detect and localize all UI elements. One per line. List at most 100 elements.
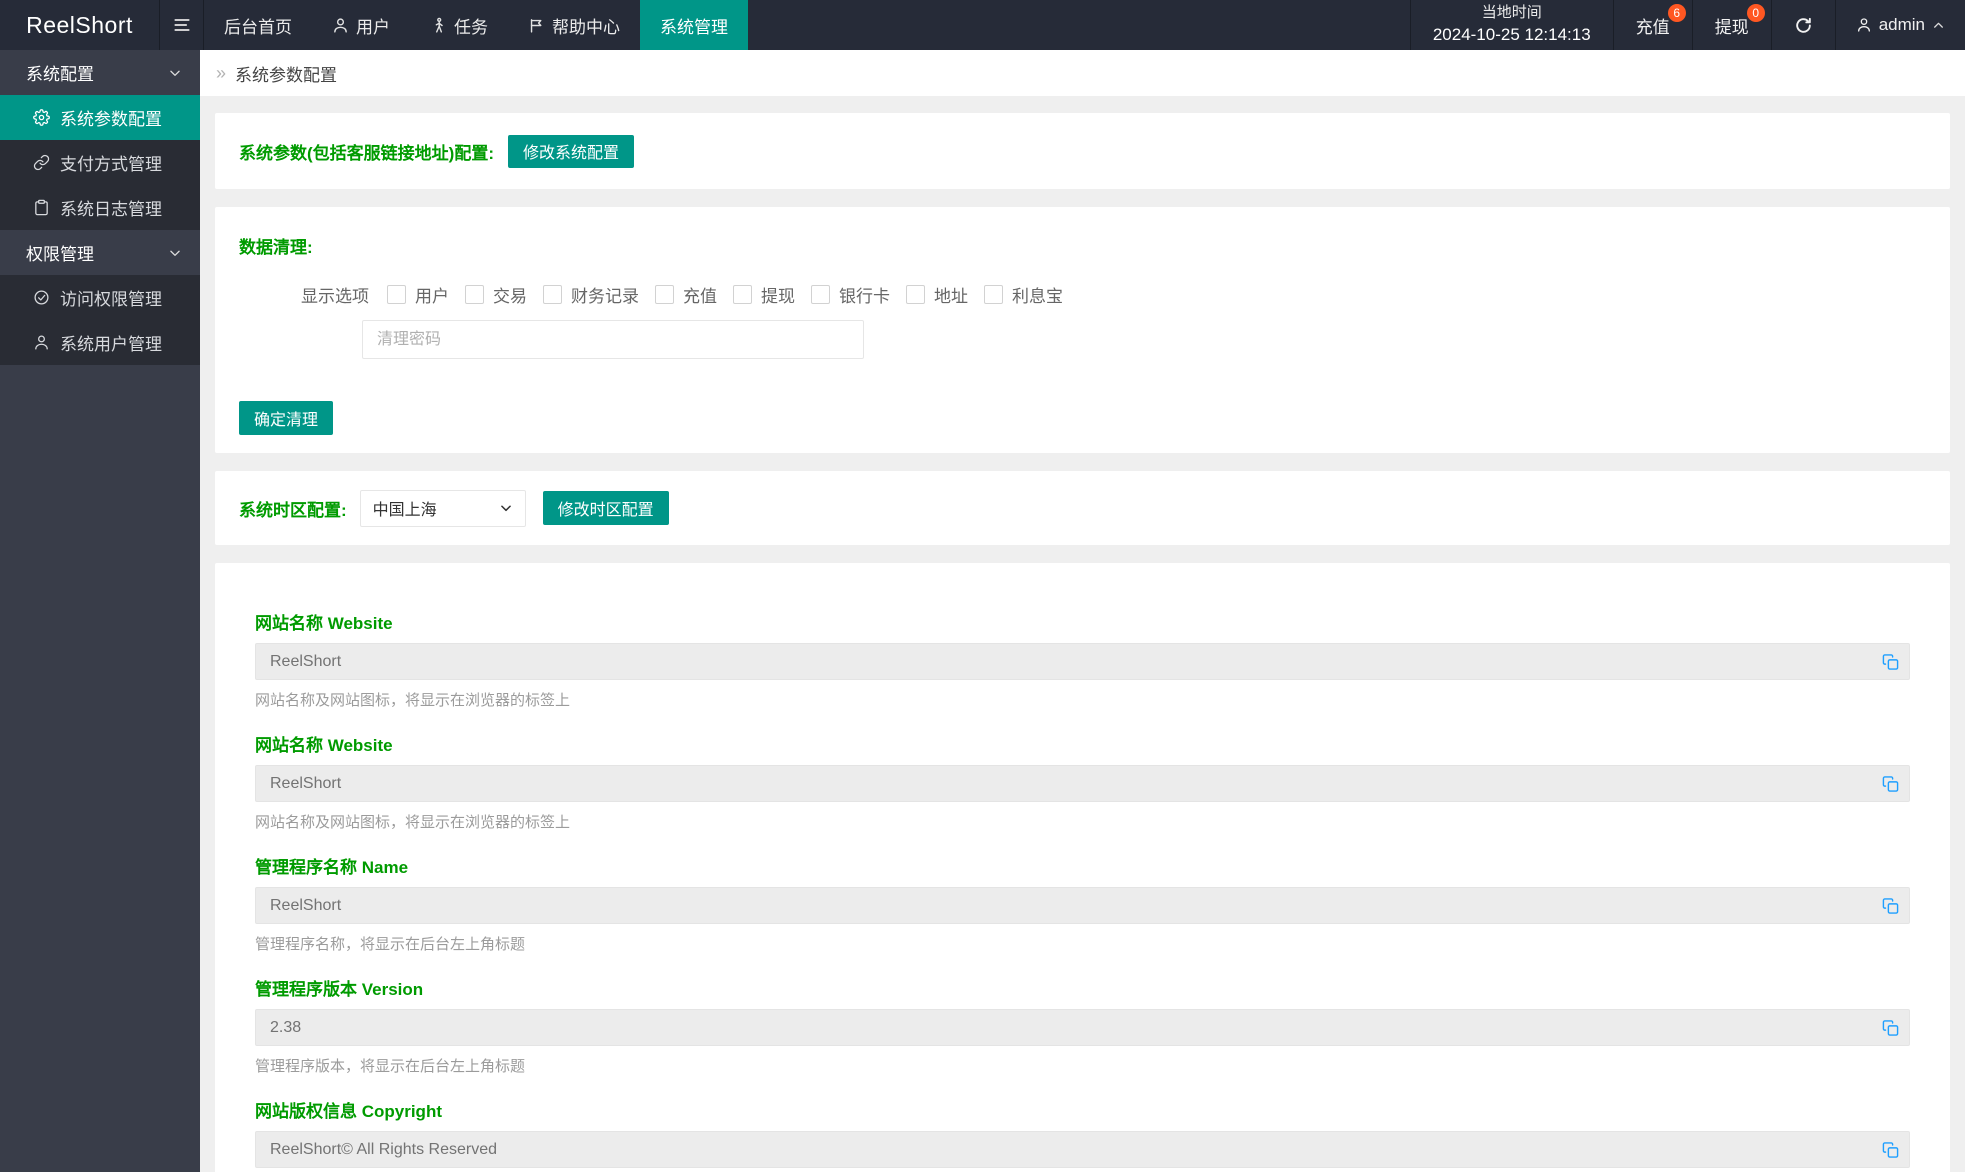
nav-item-help-center[interactable]: 帮助中心: [508, 0, 640, 50]
nav-item-dashboard[interactable]: 后台首页: [204, 0, 312, 50]
copy-icon[interactable]: [1880, 1017, 1901, 1038]
withdraw-button[interactable]: 提现 0: [1693, 0, 1772, 50]
sidebar-group-permissions[interactable]: 权限管理: [0, 230, 200, 275]
sidebar-group-label: 权限管理: [26, 245, 94, 264]
field-label: 网站名称 Website: [255, 736, 393, 755]
nav-item-label: 后台首页: [224, 17, 292, 37]
sidebar-group-system-config[interactable]: 系统配置: [0, 50, 200, 95]
sidebar-group-items: 系统参数配置 支付方式管理 系统日志管理: [0, 95, 200, 230]
nav-item-users[interactable]: 用户: [312, 0, 410, 50]
link-icon: [33, 154, 50, 171]
copy-icon[interactable]: [1880, 895, 1901, 916]
admin-version-input[interactable]: [255, 1009, 1910, 1046]
sidebar-item-payment-methods[interactable]: 支付方式管理: [0, 140, 200, 185]
website-name-input-2[interactable]: [255, 765, 1910, 802]
data-clean-title: 数据清理:: [239, 238, 313, 257]
hamburger-icon: [172, 15, 192, 35]
clean-password-input[interactable]: [362, 320, 864, 359]
edit-system-config-button[interactable]: 修改系统配置: [507, 134, 634, 168]
breadcrumb-icon: »: [216, 62, 227, 83]
timezone-select[interactable]: 中国上海: [359, 489, 526, 527]
nav-item-tasks[interactable]: 任务: [410, 0, 508, 50]
sidebar: 系统配置 系统参数配置 支付方式管理 系统日志管理 权限管理 访问权限管理 系统…: [0, 50, 200, 1172]
checkbox-transactions[interactable]: 交易: [465, 282, 527, 307]
nav-item-label: 任务: [454, 17, 488, 37]
field-label: 管理程序版本 Version: [255, 980, 424, 999]
nav-item-system-management[interactable]: 系统管理: [640, 0, 748, 50]
sidebar-item-system-logs[interactable]: 系统日志管理: [0, 185, 200, 230]
admin-name-input[interactable]: [255, 887, 1910, 924]
copy-icon[interactable]: [1880, 651, 1901, 672]
checkbox-finance-records[interactable]: 财务记录: [543, 282, 639, 307]
field-label: 网站版权信息 Copyright: [255, 1102, 442, 1121]
checkbox-bank-card[interactable]: 银行卡: [811, 282, 890, 307]
checkbox-input[interactable]: [465, 285, 484, 304]
checkbox-label: 银行卡: [839, 287, 890, 306]
checkbox-interest[interactable]: 利息宝: [984, 282, 1063, 307]
walking-person-icon: [430, 17, 447, 34]
checkbox-input[interactable]: [543, 285, 562, 304]
recharge-label: 充值: [1635, 17, 1670, 37]
checkbox-label: 财务记录: [571, 287, 639, 306]
checkbox-label: 地址: [934, 287, 968, 306]
sidebar-group-label: 系统配置: [26, 65, 94, 84]
field-admin-name: 管理程序名称 Name 管理程序名称，将显示在后台左上角标题: [255, 853, 1910, 954]
checkbox-input[interactable]: [984, 285, 1003, 304]
sidebar-toggle-button[interactable]: [160, 0, 204, 50]
withdraw-label: 提现: [1714, 17, 1749, 37]
local-time-display: 当地时间 2024-10-25 12:14:13: [1409, 0, 1614, 50]
checkbox-recharge[interactable]: 充值: [655, 282, 717, 307]
gear-icon: [33, 109, 50, 126]
system-params-label: 系统参数(包括客服链接地址)配置:: [239, 143, 494, 163]
user-menu[interactable]: admin: [1836, 0, 1965, 50]
confirm-clean-button[interactable]: 确定清理: [239, 401, 334, 435]
field-label: 管理程序名称 Name: [255, 858, 409, 877]
data-clean-card: 数据清理: 显示选项 用户 交易 财务记录 充值 提现 银行卡 地址 利息宝 清…: [215, 207, 1950, 453]
checkbox-input[interactable]: [655, 285, 674, 304]
nav-item-label: 帮助中心: [552, 17, 620, 37]
website-name-input[interactable]: [255, 643, 1910, 680]
nav-item-label: 用户: [356, 17, 390, 37]
sidebar-item-system-params[interactable]: 系统参数配置: [0, 95, 200, 140]
field-label: 网站名称 Website: [255, 614, 393, 633]
navbar-spacer: [748, 0, 1410, 50]
checkbox-label: 提现: [761, 287, 795, 306]
copy-icon[interactable]: [1880, 773, 1901, 794]
sidebar-item-system-users[interactable]: 系统用户管理: [0, 320, 200, 365]
field-help: 网站名称及网站图标，将显示在浏览器的标签上: [255, 692, 571, 709]
checkbox-input[interactable]: [811, 285, 830, 304]
sidebar-item-label: 支付方式管理: [60, 155, 162, 174]
field-website-name-2: 网站名称 Website 网站名称及网站图标，将显示在浏览器的标签上: [255, 731, 1910, 832]
clean-options-row: 显示选项 用户 交易 财务记录 充值 提现 银行卡 地址 利息宝: [301, 282, 1926, 307]
sidebar-group-items: 访问权限管理 系统用户管理: [0, 275, 200, 365]
time-value: 2024-10-25 12:14:13: [1432, 24, 1591, 44]
system-params-card: 系统参数(包括客服链接地址)配置: 修改系统配置: [215, 113, 1950, 189]
options-label: 显示选项: [301, 287, 369, 306]
checkbox-input[interactable]: [906, 285, 925, 304]
checkbox-address[interactable]: 地址: [906, 282, 968, 307]
main-menu: 后台首页 用户 任务 帮助中心 系统管理: [204, 0, 748, 50]
refresh-button[interactable]: [1772, 0, 1836, 50]
edit-timezone-button[interactable]: 修改时区配置: [542, 491, 669, 525]
breadcrumb: » 系统参数配置: [200, 50, 1965, 96]
field-help: 管理程序名称，将显示在后台左上角标题: [255, 936, 526, 953]
content: 系统参数(包括客服链接地址)配置: 修改系统配置 数据清理: 显示选项 用户 交…: [200, 96, 1965, 1172]
checkbox-withdraw[interactable]: 提现: [733, 282, 795, 307]
app-logo: ReelShort: [0, 0, 160, 50]
checkbox-users[interactable]: 用户: [387, 282, 449, 307]
recharge-button[interactable]: 充值 6: [1614, 0, 1693, 50]
timezone-card: 系统时区配置: 中国上海 修改时区配置: [215, 471, 1950, 545]
person-icon: [1856, 17, 1872, 33]
time-label: 当地时间: [1481, 4, 1542, 22]
field-help: 管理程序版本，将显示在后台左上角标题: [255, 1058, 526, 1075]
field-website-name-1: 网站名称 Website 网站名称及网站图标，将显示在浏览器的标签上: [255, 609, 1910, 710]
copy-icon[interactable]: [1880, 1139, 1901, 1160]
checkbox-input[interactable]: [387, 285, 406, 304]
sidebar-item-access-permissions[interactable]: 访问权限管理: [0, 275, 200, 320]
copyright-input[interactable]: [255, 1131, 1910, 1168]
page-title: 系统参数配置: [235, 65, 338, 85]
nav-item-label: 系统管理: [660, 17, 728, 37]
top-navbar: ReelShort 后台首页 用户 任务 帮助中心 系统管理 当地时间 2024…: [0, 0, 1965, 50]
field-help: 网站名称及网站图标，将显示在浏览器的标签上: [255, 814, 571, 831]
checkbox-input[interactable]: [733, 285, 752, 304]
